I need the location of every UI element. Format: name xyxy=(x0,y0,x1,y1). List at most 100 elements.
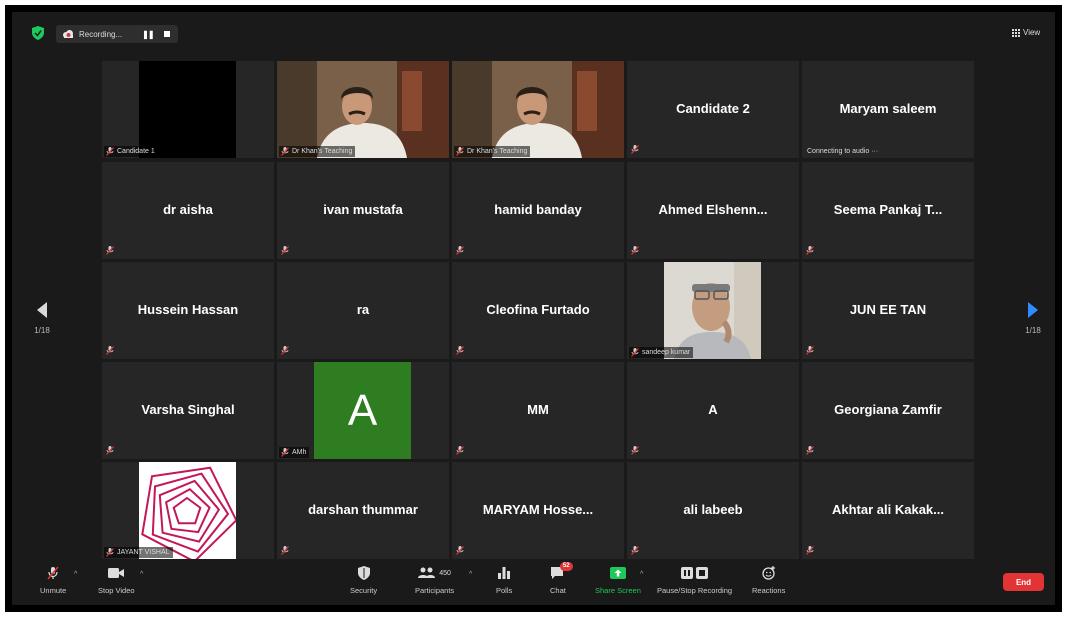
participant-tile[interactable]: hamid banday xyxy=(452,162,624,259)
participant-tile[interactable]: Candidate 2 xyxy=(627,61,799,158)
participant-tile[interactable]: Akhtar ali Kakak... xyxy=(802,462,974,559)
participant-name: Georgiana Zamfir xyxy=(834,402,942,417)
security-button[interactable]: Security xyxy=(350,566,377,595)
muted-mic-icon xyxy=(106,147,114,156)
participant-name: Varsha Singhal xyxy=(141,402,235,417)
participant-profile-pattern xyxy=(139,462,236,559)
participants-icon xyxy=(418,567,436,578)
participant-name: darshan thummar xyxy=(308,502,418,517)
participant-name-label: JAYANT VISHAL xyxy=(104,547,173,558)
security-shield-icon[interactable] xyxy=(32,26,44,40)
muted-mic-icon xyxy=(281,448,289,457)
muted-mic-icon xyxy=(456,346,464,355)
share-screen-button[interactable]: Share Screen xyxy=(595,566,641,595)
participant-tile[interactable]: JAYANT VISHAL xyxy=(102,462,274,559)
chat-button[interactable]: 52 Chat xyxy=(550,562,573,595)
participant-tile[interactable]: Ahmed Elshenn... xyxy=(627,162,799,259)
participant-tile[interactable]: Dr Khan's Teaching xyxy=(452,61,624,158)
shield-icon xyxy=(357,566,370,580)
meeting-window: Recording... ❚❚ View 1/18 1/18 Candidate… xyxy=(12,12,1055,605)
previous-page-arrow-icon[interactable] xyxy=(37,302,47,318)
chat-unread-badge: 52 xyxy=(559,562,573,571)
muted-mic-icon xyxy=(806,346,814,355)
participant-name: Hussein Hassan xyxy=(137,302,239,317)
participant-name: JUN EE TAN xyxy=(849,302,927,317)
chat-label: Chat xyxy=(550,586,566,595)
participant-name: A xyxy=(708,402,718,417)
reactions-button[interactable]: Reactions xyxy=(752,566,785,595)
participant-tile[interactable]: JUN EE TAN xyxy=(802,262,974,359)
page-indicator-left: 1/18 xyxy=(34,326,50,335)
muted-mic-icon xyxy=(106,346,114,355)
participant-tile[interactable]: Seema Pankaj T... xyxy=(802,162,974,259)
stop-recording-icon[interactable] xyxy=(163,31,170,37)
pause-recording-icon[interactable]: ❚❚ xyxy=(142,30,154,39)
participant-name: Ahmed Elshenn... xyxy=(658,202,768,217)
participant-tile[interactable]: Hussein Hassan xyxy=(102,262,274,359)
next-page-arrow-icon[interactable] xyxy=(1028,302,1038,318)
participants-count: 450 xyxy=(439,569,451,577)
participant-name-label: AMh xyxy=(279,447,310,458)
participant-tile[interactable]: darshan thummar xyxy=(277,462,449,559)
muted-mic-icon xyxy=(806,446,814,455)
share-screen-icon xyxy=(609,567,626,579)
participant-tile[interactable]: A AMh xyxy=(277,362,449,459)
participant-avatar: A xyxy=(314,362,411,459)
participant-tile[interactable]: ali labeeb xyxy=(627,462,799,559)
participant-tile[interactable]: dr aisha xyxy=(102,162,274,259)
unmute-button[interactable]: Unmute xyxy=(40,566,66,595)
grid-view-icon xyxy=(1012,28,1020,37)
muted-mic-icon xyxy=(631,446,639,455)
participants-button[interactable]: 450 Participants xyxy=(415,566,454,595)
recording-indicator[interactable]: Recording... ❚❚ xyxy=(56,25,178,43)
stop-video-label: Stop Video xyxy=(98,586,135,595)
muted-mic-icon xyxy=(631,348,639,357)
pause-stop-recording-button[interactable]: Pause/Stop Recording xyxy=(657,566,732,595)
participant-tile[interactable]: Candidate 1 xyxy=(102,61,274,158)
participant-tile[interactable]: Varsha Singhal xyxy=(102,362,274,459)
view-label: View xyxy=(1023,28,1041,37)
participant-label-text: Dr Khan's Teaching xyxy=(467,148,528,155)
share-options-caret-icon[interactable]: ^ xyxy=(640,571,643,578)
participant-name: Akhtar ali Kakak... xyxy=(832,502,944,517)
muted-mic-icon xyxy=(456,246,464,255)
muted-mic-icon xyxy=(281,346,289,355)
participant-tile[interactable]: ra xyxy=(277,262,449,359)
smiley-reaction-icon xyxy=(762,566,775,580)
participant-video xyxy=(139,61,236,158)
muted-mic-icon xyxy=(806,546,814,555)
participant-tile[interactable]: Dr Khan's Teaching xyxy=(277,61,449,158)
video-options-caret-icon[interactable]: ^ xyxy=(140,571,143,578)
participants-label: Participants xyxy=(415,586,455,595)
participant-tile[interactable]: MARYAM Hosse... xyxy=(452,462,624,559)
polls-button[interactable]: Polls xyxy=(496,566,512,595)
muted-mic-icon xyxy=(456,546,464,555)
participant-label-text: Dr Khan's Teaching xyxy=(292,148,353,155)
participant-tile[interactable]: Cleofina Furtado xyxy=(452,262,624,359)
participant-video xyxy=(277,61,449,158)
participant-tile[interactable]: ivan mustafa xyxy=(277,162,449,259)
muted-mic-icon xyxy=(456,446,464,455)
participant-name: ra xyxy=(356,302,370,317)
participant-label-text: AMh xyxy=(292,449,307,456)
muted-mic-icon xyxy=(281,246,289,255)
participant-name: Seema Pankaj T... xyxy=(833,202,943,217)
participant-label-text: Candidate 1 xyxy=(117,148,155,155)
stop-video-button[interactable]: Stop Video xyxy=(98,566,135,595)
participant-name-label: sandeep kumar xyxy=(629,347,694,358)
participant-tile[interactable]: A xyxy=(627,362,799,459)
participants-options-caret-icon[interactable]: ^ xyxy=(469,571,472,578)
participant-label-text: JAYANT VISHAL xyxy=(117,549,170,556)
view-button[interactable]: View xyxy=(1012,28,1040,37)
pause-stop-recording-label: Pause/Stop Recording xyxy=(657,586,733,595)
participant-tile[interactable]: sandeep kumar xyxy=(627,262,799,359)
audio-options-caret-icon[interactable]: ^ xyxy=(74,571,77,578)
participant-tile[interactable]: Georgiana Zamfir xyxy=(802,362,974,459)
bar-chart-icon xyxy=(498,567,511,579)
participant-name: Candidate 2 xyxy=(676,101,750,116)
participant-tile[interactable]: Maryam saleem Connecting to audio ··· xyxy=(802,61,974,158)
end-meeting-button[interactable]: End xyxy=(1003,573,1044,591)
muted-mic-icon xyxy=(456,147,464,156)
participant-name: hamid banday xyxy=(494,202,582,217)
participant-tile[interactable]: MM xyxy=(452,362,624,459)
